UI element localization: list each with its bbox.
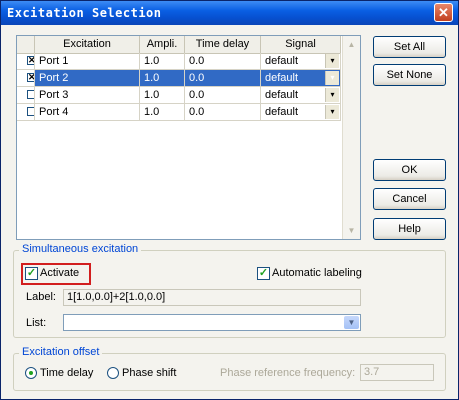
group-title-simultaneous: Simultaneous excitation xyxy=(19,243,142,255)
phase-shift-radio[interactable] xyxy=(107,367,119,379)
row-ampli[interactable]: 1.0 xyxy=(140,53,185,70)
phase-shift-label[interactable]: Phase shift xyxy=(122,367,176,379)
row-ampli[interactable]: 1.0 xyxy=(140,70,185,87)
chevron-down-icon[interactable]: ▾ xyxy=(325,88,339,102)
row-check-cell[interactable]: ✕ xyxy=(17,70,35,87)
set-all-button[interactable]: Set All xyxy=(373,36,446,58)
chevron-down-icon[interactable]: ▾ xyxy=(325,105,339,119)
chevron-down-icon[interactable]: ▾ xyxy=(325,71,339,85)
row-signal-value: default xyxy=(265,89,299,101)
grid-header: Excitation Ampli. Time delay Signal xyxy=(17,36,341,54)
header-check xyxy=(17,36,35,53)
row-check-cell[interactable] xyxy=(17,104,35,121)
row-port[interactable]: Port 4 xyxy=(35,104,140,121)
row-signal-value: default xyxy=(265,106,299,118)
scroll-down-icon[interactable]: ▼ xyxy=(343,222,360,239)
row-port[interactable]: Port 1 xyxy=(35,53,140,70)
dialog-client: Excitation Ampli. Time delay Signal ✕ Po… xyxy=(1,25,458,399)
highlight-box xyxy=(21,263,91,285)
row-delay[interactable]: 0.0 xyxy=(185,53,261,70)
label-caption: Label: xyxy=(26,291,56,303)
row-delay[interactable]: 0.0 xyxy=(185,104,261,121)
table-row[interactable]: ✕ Port 1 1.0 0.0 default ▾ xyxy=(17,53,341,70)
scroll-up-icon[interactable]: ▲ xyxy=(343,36,360,53)
header-signal[interactable]: Signal xyxy=(261,36,341,53)
row-signal[interactable]: default ▾ xyxy=(261,104,341,121)
row-check-cell[interactable]: ✕ xyxy=(17,53,35,70)
vertical-scrollbar[interactable]: ▲ ▼ xyxy=(342,36,360,239)
row-signal-value: default xyxy=(265,72,299,84)
title-bar[interactable]: Excitation Selection ✕ xyxy=(1,1,458,25)
row-checkbox[interactable]: ✕ xyxy=(27,56,34,65)
time-delay-radio[interactable] xyxy=(25,367,37,379)
excitation-grid[interactable]: Excitation Ampli. Time delay Signal ✕ Po… xyxy=(16,35,361,240)
radio-dot xyxy=(29,371,33,375)
row-ampli[interactable]: 1.0 xyxy=(140,87,185,104)
automatic-labeling-checkbox[interactable]: ✓ xyxy=(257,267,270,280)
row-port[interactable]: Port 2 xyxy=(35,70,140,87)
close-icon: ✕ xyxy=(438,5,449,20)
ok-button[interactable]: OK xyxy=(373,159,446,181)
row-signal[interactable]: default ▾ xyxy=(261,70,341,87)
time-delay-label[interactable]: Time delay xyxy=(40,367,93,379)
row-check-cell[interactable] xyxy=(17,87,35,104)
list-caption: List: xyxy=(26,317,47,329)
row-signal-value: default xyxy=(265,55,299,67)
phase-reference-frequency-field[interactable]: 3.7 xyxy=(360,364,434,381)
row-delay[interactable]: 0.0 xyxy=(185,87,261,104)
phase-reference-frequency-label: Phase reference frequency: xyxy=(220,367,356,379)
table-row[interactable]: Port 4 1.0 0.0 default ▾ xyxy=(17,104,341,121)
header-time-delay[interactable]: Time delay xyxy=(185,36,261,53)
row-delay[interactable]: 0.0 xyxy=(185,70,261,87)
header-ampli[interactable]: Ampli. xyxy=(140,36,185,53)
chevron-down-icon[interactable]: ▼ xyxy=(344,316,359,329)
cancel-button[interactable]: Cancel xyxy=(373,188,446,210)
automatic-labeling-label[interactable]: Automatic labeling xyxy=(272,267,362,279)
window-title: Excitation Selection xyxy=(7,6,162,20)
close-button[interactable]: ✕ xyxy=(434,3,453,22)
chevron-down-icon[interactable]: ▾ xyxy=(325,54,339,68)
row-checkbox[interactable] xyxy=(27,107,34,116)
group-title-offset: Excitation offset xyxy=(19,346,103,358)
table-row[interactable]: ✕ Port 2 1.0 0.0 default ▾ xyxy=(17,70,341,87)
row-ampli[interactable]: 1.0 xyxy=(140,104,185,121)
row-checkbox[interactable]: ✕ xyxy=(27,73,34,82)
list-combobox[interactable]: ▼ xyxy=(63,314,361,331)
label-field: 1[1.0,0.0]+2[1.0,0.0] xyxy=(63,289,361,306)
header-excitation[interactable]: Excitation xyxy=(35,36,140,53)
dialog-window: Excitation Selection ✕ Excitation Ampli.… xyxy=(0,0,459,400)
row-signal[interactable]: default ▾ xyxy=(261,53,341,70)
row-checkbox[interactable] xyxy=(27,90,34,99)
table-row[interactable]: Port 3 1.0 0.0 default ▾ xyxy=(17,87,341,104)
help-button[interactable]: Help xyxy=(373,218,446,240)
row-port[interactable]: Port 3 xyxy=(35,87,140,104)
row-signal[interactable]: default ▾ xyxy=(261,87,341,104)
set-none-button[interactable]: Set None xyxy=(373,64,446,86)
